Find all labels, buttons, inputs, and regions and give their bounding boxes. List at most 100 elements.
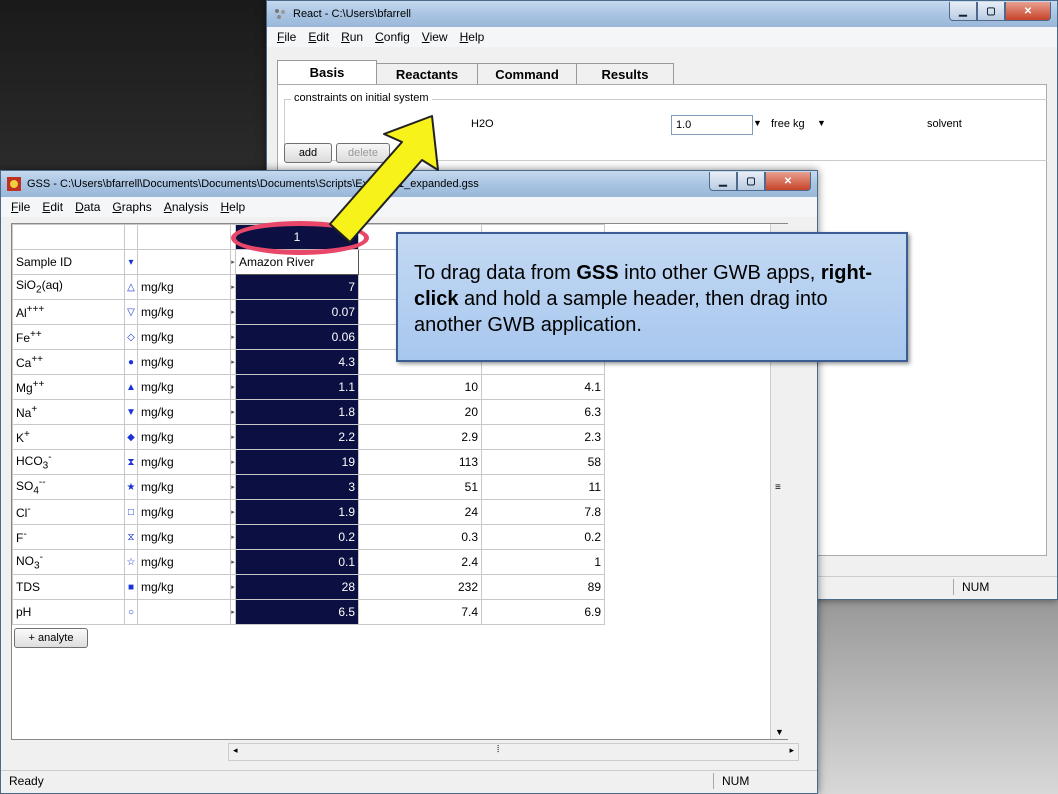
add-analyte-button[interactable]: + analyte (14, 628, 88, 648)
analyte-name[interactable]: NO3- (12, 549, 125, 575)
sample-2-value[interactable]: 20 (358, 399, 482, 425)
sample-2-value[interactable]: 51 (358, 474, 482, 500)
react-titlebar[interactable]: React - C:\Users\bfarrell ▁ ▢ ✕ (267, 1, 1057, 27)
sample-2-value[interactable]: 232 (358, 574, 482, 600)
analyte-symbol-icon[interactable]: ● (124, 349, 138, 375)
analyte-unit[interactable]: mg/kg (137, 299, 231, 325)
react-menu-view[interactable]: View (422, 30, 448, 44)
analyte-name[interactable]: Ca++ (12, 349, 125, 375)
amount-input[interactable]: 1.0 (671, 115, 753, 135)
minimize-icon[interactable]: ▁ (709, 172, 737, 191)
analyte-name[interactable]: Cl- (12, 499, 125, 525)
react-menu-run[interactable]: Run (341, 30, 363, 44)
gss-menu-graphs[interactable]: Graphs (112, 200, 151, 214)
close-icon[interactable]: ✕ (1005, 2, 1051, 21)
react-menu-file[interactable]: File (277, 30, 296, 44)
close-icon[interactable]: ✕ (765, 172, 811, 191)
hscroll-grip-icon[interactable]: ⦙ (497, 744, 499, 755)
sample-3-value[interactable]: 1 (481, 549, 605, 575)
sample-2-value[interactable]: 113 (358, 449, 482, 475)
gss-menu-edit[interactable]: Edit (42, 200, 63, 214)
horizontal-scrollbar[interactable]: ◂ ⦙ ▸ (228, 743, 799, 761)
sample-3-value[interactable]: 4.1 (481, 374, 605, 400)
analyte-name[interactable]: F- (12, 524, 125, 550)
analyte-symbol-icon[interactable]: ▽ (124, 299, 138, 325)
analyte-symbol-icon[interactable]: ⧗ (124, 449, 138, 475)
analyte-unit[interactable]: mg/kg (137, 349, 231, 375)
analyte-name[interactable]: TDS (12, 574, 125, 600)
sample-3-value[interactable]: 7.8 (481, 499, 605, 525)
sample-1-value[interactable]: 19 (235, 449, 359, 475)
sort-icon[interactable]: ▾ (124, 249, 138, 275)
gss-menu-file[interactable]: File (11, 200, 30, 214)
sample-1-value[interactable]: 1.8 (235, 399, 359, 425)
analyte-symbol-icon[interactable]: ★ (124, 474, 138, 500)
tab-reactants[interactable]: Reactants (376, 63, 478, 84)
analyte-unit[interactable]: mg/kg (137, 324, 231, 350)
analyte-unit[interactable]: mg/kg (137, 524, 231, 550)
sample-2-value[interactable]: 2.9 (358, 424, 482, 450)
react-menu-help[interactable]: Help (460, 30, 485, 44)
analyte-name[interactable]: Al+++ (12, 299, 125, 325)
scroll-right-icon[interactable]: ▸ (789, 745, 794, 756)
sample-1-value[interactable]: 0.1 (235, 549, 359, 575)
sample-1-value[interactable]: 2.2 (235, 424, 359, 450)
sample-1-value[interactable]: 0.2 (235, 524, 359, 550)
sample-2-value[interactable]: 7.4 (358, 599, 482, 625)
tab-results[interactable]: Results (576, 63, 674, 84)
unit-dropdown-icon[interactable]: ▼ (817, 118, 826, 128)
sample-1-value[interactable]: 3 (235, 474, 359, 500)
gss-menu-analysis[interactable]: Analysis (164, 200, 209, 214)
unit-dropdown[interactable]: free kg (771, 118, 805, 130)
sample-1-value[interactable]: 7 (235, 274, 359, 300)
maximize-icon[interactable]: ▢ (737, 172, 765, 191)
analyte-name[interactable]: SiO2(aq) (12, 274, 125, 300)
analyte-symbol-icon[interactable]: ■ (124, 574, 138, 600)
analyte-symbol-icon[interactable]: △ (124, 274, 138, 300)
scroll-grip-icon[interactable]: ≡ (775, 482, 781, 493)
analyte-unit[interactable]: mg/kg (137, 424, 231, 450)
sample-1-value[interactable]: 6.5 (235, 599, 359, 625)
tab-basis[interactable]: Basis (277, 60, 377, 84)
analyte-symbol-icon[interactable]: ▲ (124, 374, 138, 400)
gss-menu-data[interactable]: Data (75, 200, 100, 214)
analyte-unit[interactable]: mg/kg (137, 374, 231, 400)
minimize-icon[interactable]: ▁ (949, 2, 977, 21)
sample-1-value[interactable]: 1.9 (235, 499, 359, 525)
analyte-symbol-icon[interactable]: ◆ (124, 424, 138, 450)
scroll-left-icon[interactable]: ◂ (233, 745, 238, 756)
sample-3-value[interactable]: 58 (481, 449, 605, 475)
analyte-symbol-icon[interactable]: ☆ (124, 549, 138, 575)
sample-1-value[interactable]: 0.06 (235, 324, 359, 350)
analyte-name[interactable]: HCO3- (12, 449, 125, 475)
analyte-unit[interactable]: mg/kg (137, 574, 231, 600)
sample-1-value[interactable]: 4.3 (235, 349, 359, 375)
sample-3-value[interactable]: 2.3 (481, 424, 605, 450)
analyte-name[interactable]: Na+ (12, 399, 125, 425)
maximize-icon[interactable]: ▢ (977, 2, 1005, 21)
analyte-unit[interactable]: mg/kg (137, 399, 231, 425)
analyte-name[interactable]: Mg++ (12, 374, 125, 400)
analyte-name[interactable]: pH (12, 599, 125, 625)
gss-menu-help[interactable]: Help (221, 200, 246, 214)
amount-dropdown-icon[interactable]: ▼ (753, 118, 762, 128)
sample-1-value[interactable]: 0.07 (235, 299, 359, 325)
analyte-name[interactable]: K+ (12, 424, 125, 450)
sample-2-value[interactable]: 10 (358, 374, 482, 400)
sample-3-value[interactable]: 0.2 (481, 524, 605, 550)
analyte-unit[interactable]: mg/kg (137, 499, 231, 525)
analyte-symbol-icon[interactable]: □ (124, 499, 138, 525)
analyte-name[interactable]: SO4-- (12, 474, 125, 500)
react-menu-edit[interactable]: Edit (308, 30, 329, 44)
analyte-unit[interactable]: mg/kg (137, 474, 231, 500)
react-menu-config[interactable]: Config (375, 30, 410, 44)
analyte-symbol-icon[interactable]: ▼ (124, 399, 138, 425)
sample-3-value[interactable]: 6.3 (481, 399, 605, 425)
sample-2-value[interactable]: 2.4 (358, 549, 482, 575)
sample-2-value[interactable]: 24 (358, 499, 482, 525)
analyte-unit[interactable]: mg/kg (137, 549, 231, 575)
analyte-name[interactable]: Fe++ (12, 324, 125, 350)
sample-3-value[interactable]: 11 (481, 474, 605, 500)
analyte-unit[interactable]: mg/kg (137, 274, 231, 300)
analyte-symbol-icon[interactable]: ⧖ (124, 524, 138, 550)
